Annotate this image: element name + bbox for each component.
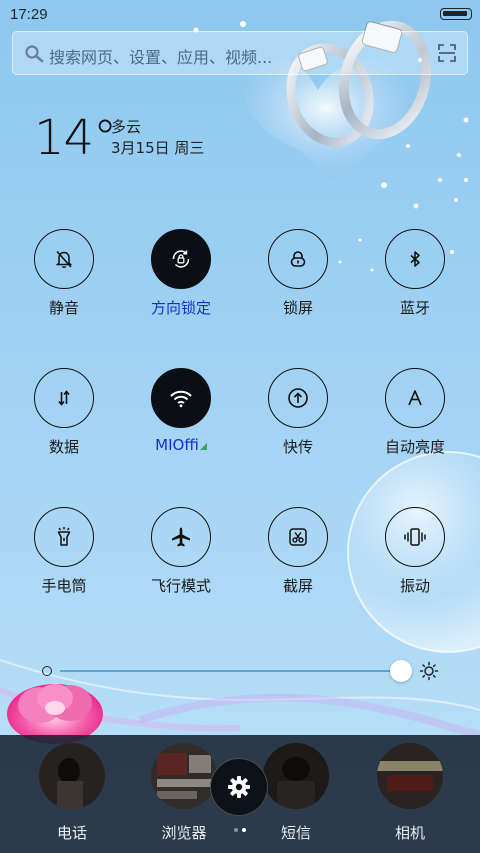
toggle-bluetooth[interactable]: 蓝牙 bbox=[360, 229, 470, 339]
airplane-icon bbox=[172, 527, 190, 547]
status-bar: 17:29 bbox=[0, 0, 480, 28]
gear-icon bbox=[228, 776, 250, 798]
toggle-rotation-lock-label: 方向锁定 bbox=[150, 299, 211, 317]
toggle-rotation-lock-button[interactable] bbox=[151, 229, 211, 289]
dock-app-camera[interactable]: 相机 bbox=[364, 735, 454, 845]
status-time: 17:29 bbox=[10, 6, 48, 23]
scan-icon[interactable] bbox=[437, 43, 457, 63]
toggle-screenshot[interactable]: 截屏 bbox=[243, 507, 353, 617]
weather-date: 3月15日 周三 bbox=[111, 139, 205, 157]
flashlight-icon bbox=[57, 527, 71, 546]
screenshot-icon bbox=[289, 528, 307, 546]
wifi-signal-icon bbox=[199, 443, 207, 450]
wifi-network-name: MIOffi bbox=[155, 436, 199, 454]
toggle-airplane-button[interactable] bbox=[151, 507, 211, 567]
weather-condition: 多云 bbox=[111, 118, 142, 136]
phone-app-icon[interactable] bbox=[39, 743, 105, 809]
toggle-flashlight-button[interactable] bbox=[34, 507, 94, 567]
toggle-airplane-label: 飞行模式 bbox=[150, 577, 211, 595]
toggle-auto-brightness-label: 自动亮度 bbox=[384, 438, 445, 456]
dock-label-camera: 相机 bbox=[394, 824, 425, 842]
toggle-vibrate-label: 振动 bbox=[399, 577, 430, 595]
toggle-silent[interactable]: 静音 bbox=[9, 229, 119, 339]
toggle-screenshot-button[interactable] bbox=[268, 507, 328, 567]
brightness-high-icon bbox=[419, 661, 439, 681]
weather-temperature: 14° bbox=[34, 110, 117, 166]
toggle-rotation-lock[interactable]: 方向锁定 bbox=[126, 229, 236, 339]
toggle-flashlight[interactable]: 手电筒 bbox=[9, 507, 119, 617]
camera-app-icon[interactable] bbox=[377, 743, 443, 809]
data-arrows-icon bbox=[58, 390, 70, 406]
brightness-slider-knob[interactable] bbox=[390, 660, 412, 682]
toggle-auto-brightness-button[interactable] bbox=[385, 368, 445, 428]
bell-off-icon bbox=[55, 250, 73, 268]
dock-label-messages: 短信 bbox=[280, 824, 311, 842]
search-placeholder: 搜索网页、设置、应用、视频... bbox=[49, 48, 273, 67]
toggle-screenshot-label: 截屏 bbox=[282, 577, 313, 595]
browser-app-icon[interactable] bbox=[151, 743, 217, 809]
toggle-bluetooth-button[interactable] bbox=[385, 229, 445, 289]
dock-app-phone[interactable]: 电话 bbox=[26, 735, 116, 845]
settings-button[interactable] bbox=[210, 758, 268, 816]
toggle-auto-brightness[interactable]: 自动亮度 bbox=[360, 368, 470, 478]
dock-label-phone: 电话 bbox=[56, 824, 87, 842]
toggle-wifi-label: MIOffi bbox=[126, 436, 236, 454]
rotation-lock-icon bbox=[172, 250, 190, 268]
toggle-quick-transfer-label: 快传 bbox=[282, 438, 313, 456]
brightness-slider-track[interactable] bbox=[60, 670, 400, 672]
toggle-quick-transfer-button[interactable] bbox=[268, 368, 328, 428]
toggle-silent-label: 静音 bbox=[48, 299, 79, 317]
toggle-data-button[interactable] bbox=[34, 368, 94, 428]
messages-app-icon[interactable] bbox=[263, 743, 329, 809]
toggle-vibrate-button[interactable] bbox=[385, 507, 445, 567]
wifi-icon bbox=[170, 390, 192, 408]
toggle-vibrate[interactable]: 振动 bbox=[360, 507, 470, 617]
toggle-data-label: 数据 bbox=[48, 438, 79, 456]
page-dot-2 bbox=[242, 828, 246, 832]
bluetooth-icon bbox=[410, 251, 420, 267]
battery-icon bbox=[440, 8, 472, 20]
toggle-lock-screen-button[interactable] bbox=[268, 229, 328, 289]
toggle-wifi[interactable]: MIOffi bbox=[126, 368, 236, 478]
toggle-flashlight-label: 手电筒 bbox=[41, 577, 87, 595]
toggle-silent-button[interactable] bbox=[34, 229, 94, 289]
toggle-data[interactable]: 数据 bbox=[9, 368, 119, 478]
vibrate-icon bbox=[404, 528, 426, 546]
auto-brightness-icon bbox=[408, 390, 422, 406]
brightness-low-icon bbox=[42, 666, 52, 676]
search-bar[interactable]: 搜索网页、设置、应用、视频... bbox=[12, 31, 468, 75]
lock-icon bbox=[290, 251, 306, 267]
page-indicator bbox=[232, 828, 252, 834]
dock-label-browser: 浏览器 bbox=[161, 824, 207, 842]
page-dot-1 bbox=[234, 828, 238, 832]
toggle-quick-transfer[interactable]: 快传 bbox=[243, 368, 353, 478]
toggle-lock-screen-label: 锁屏 bbox=[282, 299, 313, 317]
toggle-wifi-button[interactable] bbox=[151, 368, 211, 428]
search-icon bbox=[25, 45, 44, 63]
toggle-airplane[interactable]: 飞行模式 bbox=[126, 507, 236, 617]
toggle-bluetooth-label: 蓝牙 bbox=[399, 299, 430, 317]
toggle-lock-screen[interactable]: 锁屏 bbox=[243, 229, 353, 339]
transfer-icon bbox=[288, 388, 308, 408]
